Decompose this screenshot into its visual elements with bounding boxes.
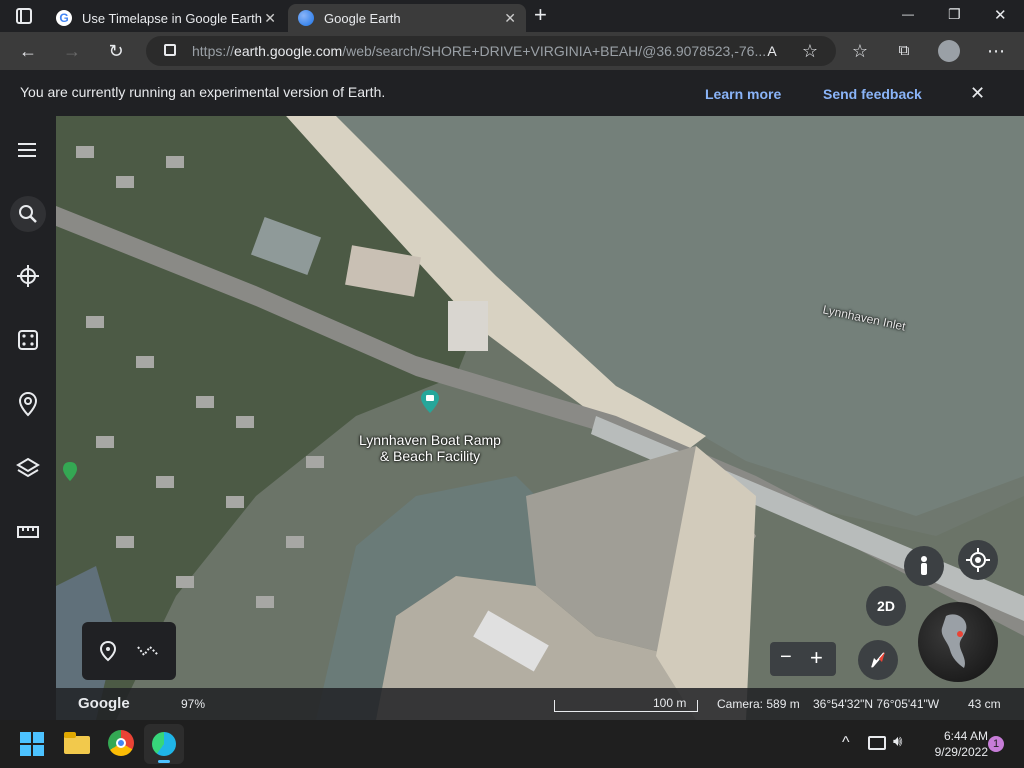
chrome-icon[interactable]: [108, 730, 134, 756]
windows-taskbar: ^ 🔊︎ 6:44 AM 9/29/2022 1: [0, 720, 1024, 768]
add-placemark-icon[interactable]: [98, 640, 118, 667]
resolution: 43 cm: [968, 697, 1001, 711]
clock-date: 9/29/2022: [934, 745, 988, 759]
add-favorite-icon[interactable]: ☆: [796, 38, 824, 64]
coordinates: 36°54'32"N 76°05'41"W: [813, 697, 940, 711]
satellite-imagery: [56, 116, 1024, 720]
globe-mini-map[interactable]: [918, 602, 998, 682]
menu-icon[interactable]: [14, 136, 42, 164]
minimize-button[interactable]: —: [902, 7, 914, 21]
volume-icon[interactable]: 🔊︎: [893, 733, 902, 750]
measure-ruler-icon[interactable]: [14, 518, 42, 546]
browser-tab-bar: G Use Timelapse in Google Earth - ✕ Goog…: [0, 0, 1024, 32]
address-toolbar: ← → ↻ https://earth.google.com/web/searc…: [0, 32, 1024, 70]
scale-label: 100 m: [653, 696, 687, 710]
earth-favicon-icon: [298, 10, 314, 26]
clock[interactable]: 6:44 AM 9/29/2022: [918, 728, 988, 760]
tab-actions-icon[interactable]: [16, 8, 32, 24]
restore-button[interactable]: ❐: [948, 6, 961, 23]
search-icon[interactable]: [10, 196, 46, 232]
google-favicon-icon: G: [56, 10, 72, 26]
park-pin-icon[interactable]: [62, 462, 78, 482]
tab-title: Google Earth: [324, 10, 401, 26]
favorites-icon[interactable]: ☆: [846, 38, 874, 64]
close-window-button[interactable]: ✕: [994, 6, 1007, 24]
camera-altitude: Camera: 589 m: [717, 697, 800, 711]
url-path: /web/search/SHORE+DRIVE+VIRGINIA+BEAH/@3…: [342, 43, 767, 59]
tab-close-icon[interactable]: ✕: [504, 10, 516, 27]
forward-arrow-icon[interactable]: →: [58, 38, 86, 64]
new-tab-button[interactable]: +: [534, 2, 547, 28]
zoom-out-button[interactable]: −: [780, 646, 792, 669]
zoom-controls: − +: [770, 642, 836, 676]
refresh-icon[interactable]: ↻: [102, 38, 130, 64]
lock-icon: [164, 44, 176, 56]
satellite-map-view[interactable]: Lynnhaven Boat Ramp & Beach Facility Lyn…: [56, 116, 1024, 720]
place-label-line2: & Beach Facility: [379, 448, 481, 464]
network-icon[interactable]: [868, 736, 886, 750]
back-arrow-icon[interactable]: ←: [14, 38, 42, 64]
zoom-in-button[interactable]: +: [810, 645, 823, 671]
my-location-button[interactable]: [958, 540, 998, 580]
voyager-icon[interactable]: [14, 262, 42, 290]
url-prefix: https://: [192, 43, 235, 59]
notification-badge[interactable]: 1: [988, 736, 1004, 752]
projects-pin-icon[interactable]: [14, 390, 42, 418]
tab-google-earth[interactable]: Google Earth ✕: [288, 4, 526, 32]
windows-start-icon[interactable]: [20, 732, 44, 756]
toggle-2d-button[interactable]: 2D: [866, 586, 906, 626]
tab-title: Use Timelapse in Google Earth -: [82, 10, 262, 26]
edge-icon[interactable]: [144, 724, 184, 764]
send-feedback-link[interactable]: Send feedback: [823, 86, 922, 102]
collections-icon[interactable]: ⧉: [890, 38, 918, 64]
feeling-lucky-dice-icon[interactable]: [14, 326, 42, 354]
experimental-banner: You are currently running an experimenta…: [0, 70, 1024, 116]
compass-icon[interactable]: [858, 640, 898, 680]
pegman-button[interactable]: [904, 546, 944, 586]
place-label[interactable]: Lynnhaven Boat Ramp & Beach Facility: [346, 432, 514, 464]
map-status-bar: Google 97% 100 m Camera: 589 m 36°54'32"…: [56, 688, 1024, 720]
learn-more-link[interactable]: Learn more: [705, 86, 781, 102]
banner-close-icon[interactable]: ✕: [970, 83, 985, 104]
google-logo: Google: [78, 695, 130, 712]
read-aloud-icon[interactable]: A: [758, 38, 786, 64]
more-menu-icon[interactable]: ⋯: [982, 38, 1010, 64]
tray-chevron-icon[interactable]: ^: [842, 734, 850, 752]
tab-close-icon[interactable]: ✕: [264, 10, 276, 27]
earth-sidebar: [0, 116, 56, 720]
file-explorer-icon[interactable]: [64, 732, 90, 754]
url-host: earth.google.com: [234, 43, 343, 59]
place-label-line1: Lynnhaven Boat Ramp: [359, 432, 501, 448]
draw-controls: [82, 622, 176, 680]
draw-path-icon[interactable]: [136, 642, 160, 665]
load-percent: 97%: [181, 697, 206, 711]
place-pin-icon[interactable]: [420, 390, 440, 414]
tab-timelapse[interactable]: G Use Timelapse in Google Earth - ✕: [46, 4, 286, 32]
clock-time: 6:44 AM: [943, 729, 988, 743]
url-field[interactable]: https://earth.google.com/web/search/SHOR…: [146, 36, 836, 66]
profile-avatar[interactable]: [938, 40, 960, 62]
banner-message: You are currently running an experimenta…: [20, 84, 386, 100]
map-style-layers-icon[interactable]: [14, 454, 42, 482]
